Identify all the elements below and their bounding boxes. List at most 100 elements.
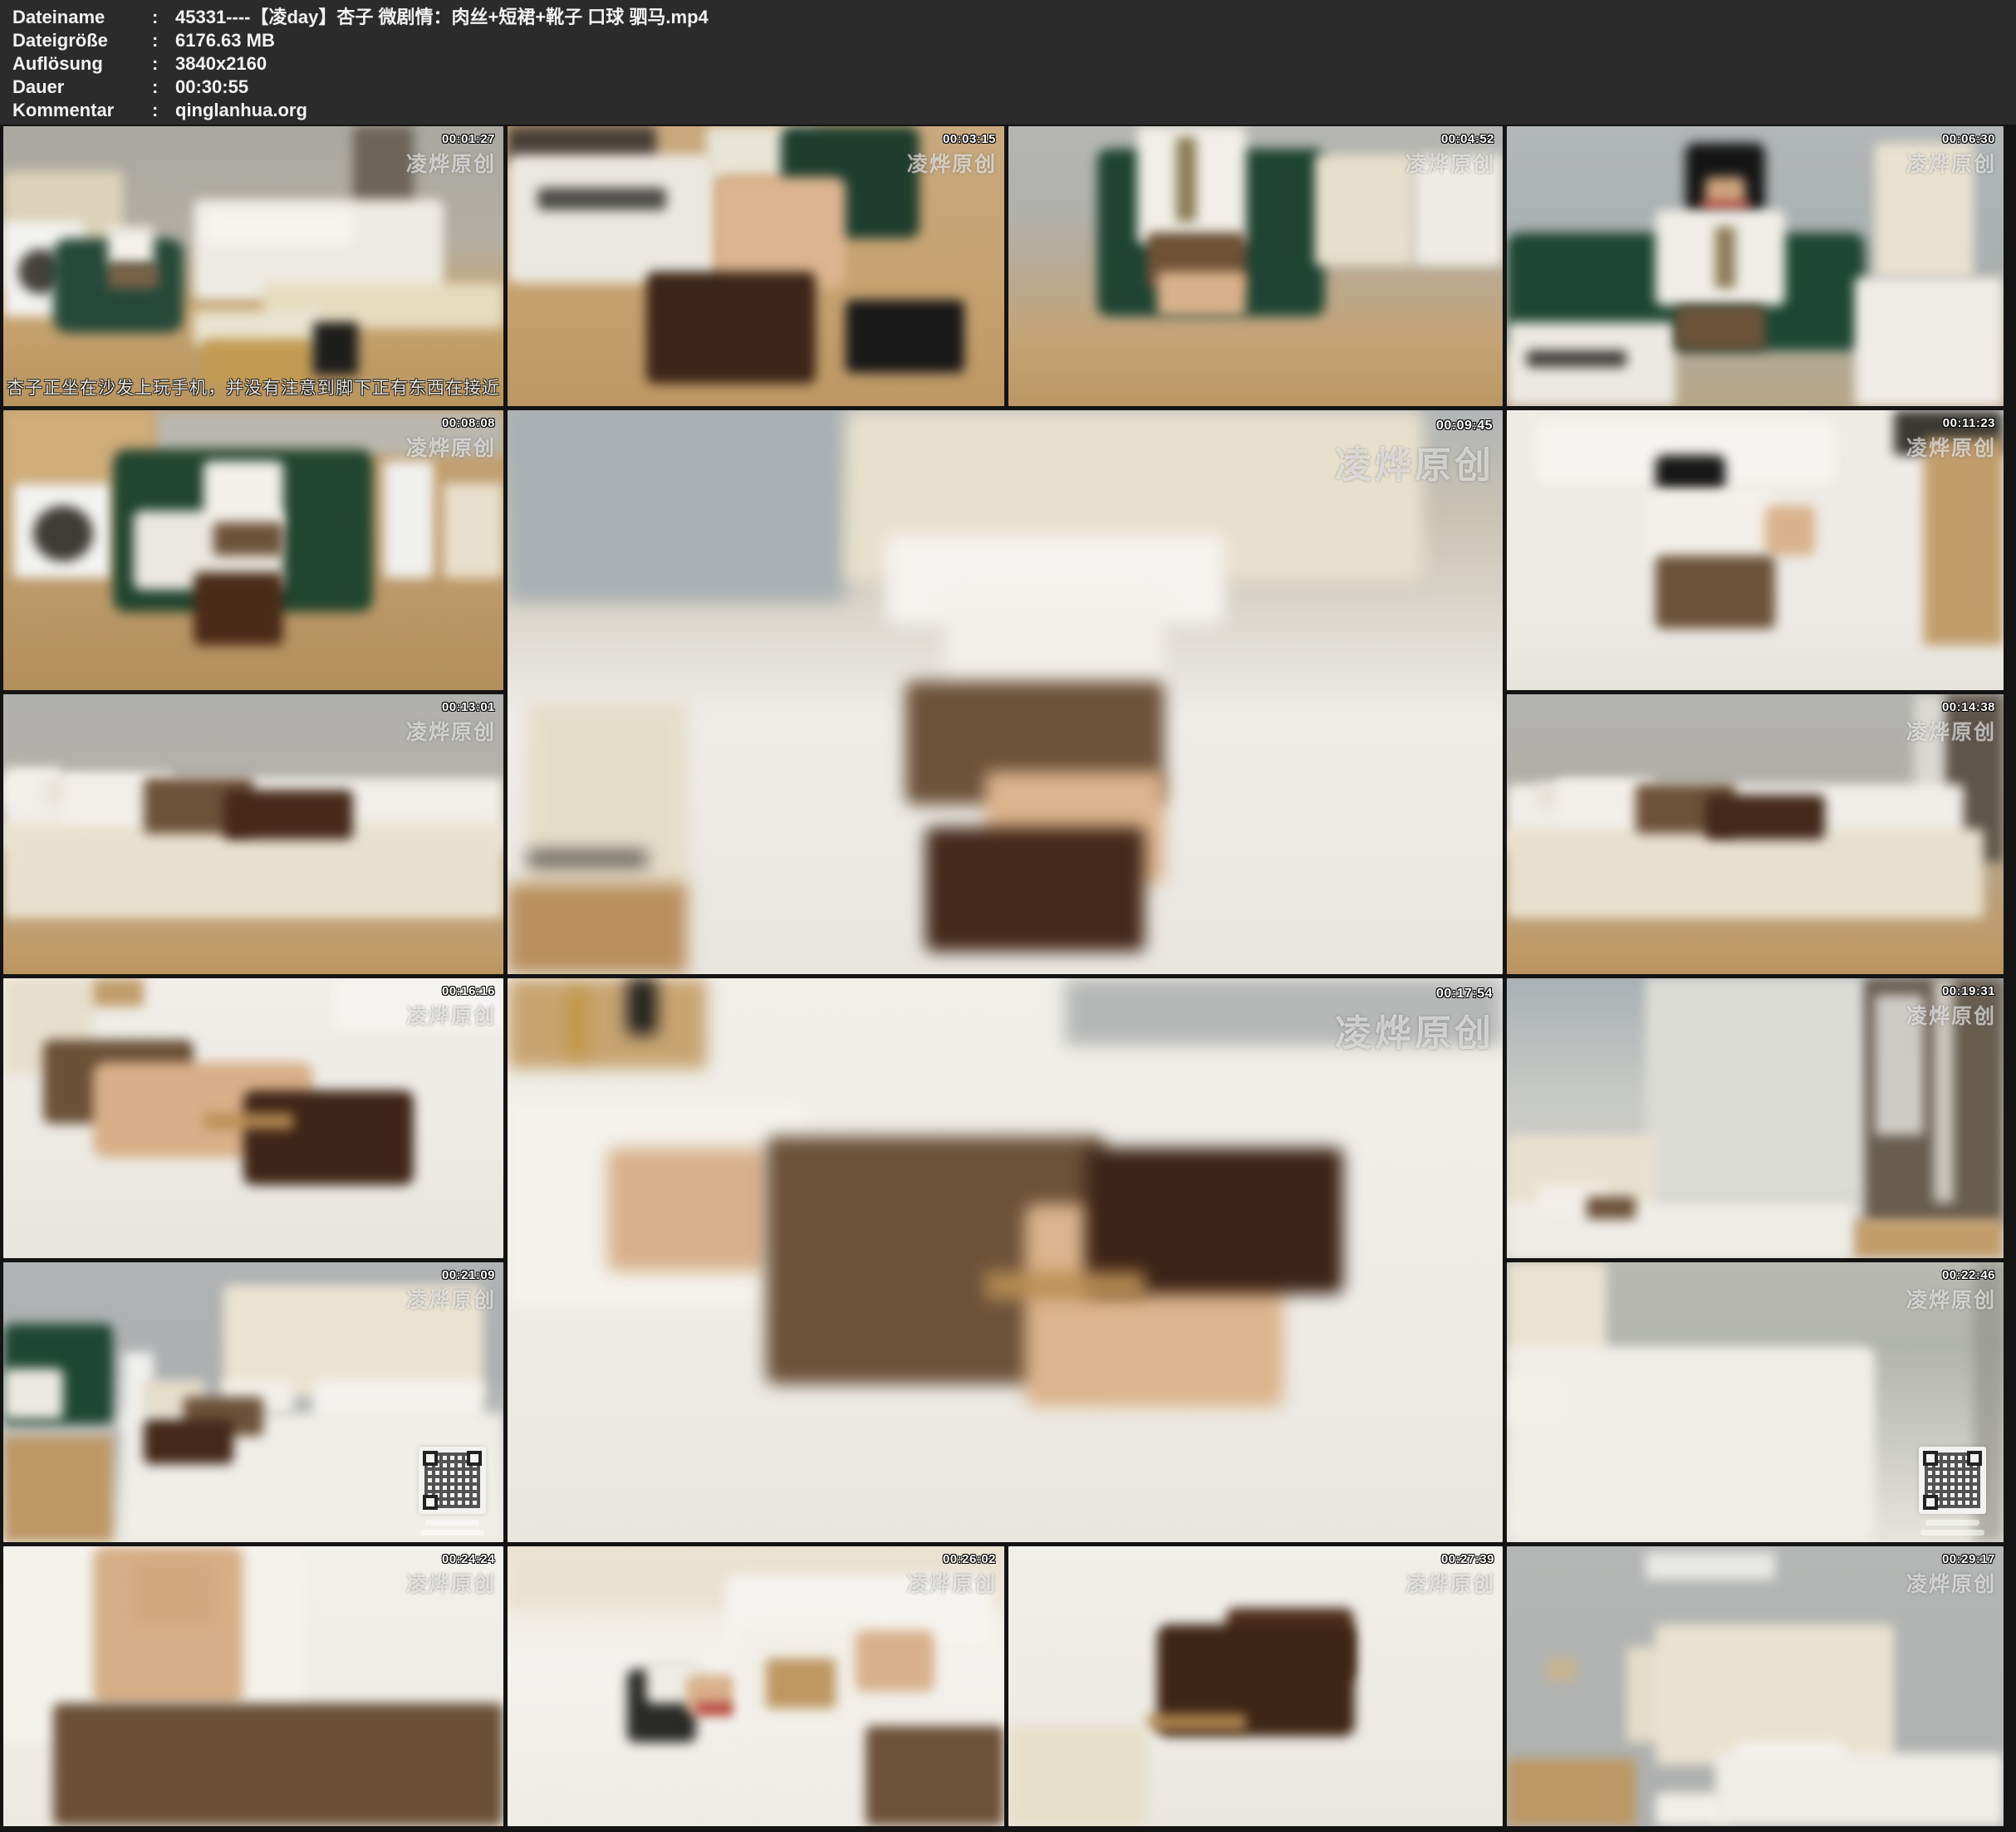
scene-color-block [846, 300, 965, 373]
scene-color-block [627, 978, 657, 1035]
metadata-row: Dateigröße : 6176.63 MB [12, 29, 2016, 52]
scene-color-block [144, 1419, 233, 1464]
watermark-text: 凌烨原创 [406, 148, 496, 178]
qr-finder [423, 1495, 438, 1510]
metadata-separator: : [152, 99, 175, 122]
metadata-separator: : [152, 52, 175, 76]
metadata-value: 6176.63 MB [175, 29, 2016, 52]
watermark-text: 凌烨原创 [1405, 1568, 1495, 1598]
scene-color-block [1855, 1219, 2004, 1258]
scene-color-block [856, 1630, 935, 1692]
scene-color-block [3, 1369, 63, 1419]
video-thumbnail-tile-bound-on-bed-wide: 00:09:45 凌烨原创 [508, 410, 1503, 974]
file-info-header: Dateiname : 45331----【凌day】杏子 微剧情：肉丝+短裙+… [0, 0, 2016, 125]
video-thumbnail-tile-bedroom-wide-sofa-left: 00:21:09 凌烨原创 [3, 1262, 503, 1542]
watermark-text: 凌烨原创 [406, 432, 496, 462]
timecode-overlay: 00:09:45 [1436, 419, 1493, 434]
scene-color-block [1855, 277, 2004, 406]
timecode-overlay: 00:17:54 [1436, 987, 1493, 1002]
metadata-label: Dauer [12, 76, 152, 99]
video-thumbnail-tile-room-corner-curtains: 00:19:31 凌烨原创 [1507, 978, 2004, 1258]
qr-finder [467, 1451, 482, 1466]
scene-color-block [766, 1658, 836, 1709]
video-thumbnail-tile-folded-legs-closeup-big: 00:17:54 凌烨原创 [508, 978, 1503, 1542]
qr-caption-line [420, 1530, 484, 1536]
watermark-text: 凌烨原创 [907, 1568, 997, 1598]
scene-color-block [53, 1703, 503, 1826]
scene-color-block [1587, 1197, 1636, 1219]
scene-color-block [1147, 1714, 1246, 1731]
timecode-overlay: 00:27:39 [1441, 1552, 1494, 1566]
scene-color-block [1507, 1374, 1567, 1425]
scene-color-block [1507, 829, 1984, 918]
qr-code-overlay [419, 1447, 486, 1514]
qr-caption-line [1920, 1530, 1984, 1536]
metadata-value: 45331----【凌day】杏子 微剧情：肉丝+短裙+靴子 口球 驷马.mp4 [175, 6, 2016, 29]
scene-color-block [537, 188, 666, 210]
metadata-value: 3840x2160 [175, 52, 2016, 76]
scene-color-block [1315, 154, 1414, 267]
watermark-text: 凌烨原创 [406, 1284, 496, 1314]
scene-color-block [1646, 978, 1864, 1197]
watermark-text: 凌烨原创 [1405, 148, 1495, 178]
subtitle-caption: 杏子正坐在沙发上玩手机，并没有注意到脚下正有东西在接近 [3, 375, 503, 399]
scene-color-block [985, 1271, 1145, 1300]
scene-color-block [313, 322, 358, 375]
watermark-text: 凌烨原创 [406, 1000, 496, 1030]
scene-color-block [204, 1113, 293, 1129]
thumbnail-placeholder-image [508, 978, 1503, 1542]
scene-color-block [1008, 1726, 1147, 1826]
video-thumbnail-tile-blindfold-gag-pillow: 00:26:02 凌烨原创 [508, 1546, 1004, 1826]
scene-color-block [134, 1563, 213, 1624]
watermark-text: 凌烨原创 [907, 148, 997, 178]
scene-color-block [194, 572, 283, 645]
scene-color-block [1547, 1658, 1577, 1681]
watermark-text: 凌烨原创 [1335, 435, 1494, 488]
scene-color-block [1157, 272, 1246, 316]
scene-color-block [1507, 1759, 1636, 1826]
metadata-row: Dateiname : 45331----【凌day】杏子 微剧情：肉丝+短裙+… [12, 6, 2016, 29]
video-thumbnail-tile-lying-on-bed-side-2: 00:14:38 凌烨原创 [1507, 694, 2004, 974]
scene-color-block [223, 790, 354, 840]
watermark-text: 凌烨原创 [1906, 148, 1996, 178]
video-thumbnail-tile-folded-legs-boots-closeup: 00:16:16 凌烨原创 [3, 978, 503, 1258]
scene-color-block [444, 483, 503, 579]
qr-caption-line [1925, 1520, 1979, 1526]
scene-color-block [1646, 488, 1774, 561]
timecode-overlay: 00:26:02 [943, 1552, 996, 1566]
scene-color-block [696, 1703, 736, 1714]
thumbnail-placeholder-image [508, 410, 1503, 974]
metadata-value: 00:30:55 [175, 76, 2016, 99]
scene-color-block [1176, 137, 1196, 221]
qr-finder [1923, 1451, 1938, 1466]
timecode-overlay: 00:22:46 [1942, 1268, 1995, 1282]
video-thumbnail-tile-wall-shelf-headboard: 00:29:17 凌烨原创 [1507, 1546, 2004, 1826]
video-thumbnail-tile-bed-duvet-headboard: 00:22:46 凌烨原创 [1507, 1262, 2004, 1542]
timecode-overlay: 00:03:15 [943, 132, 996, 146]
metadata-value: qinglanhua.org [175, 99, 2016, 122]
timecode-overlay: 00:29:17 [1942, 1552, 1995, 1566]
scene-color-block [508, 978, 707, 1069]
video-thumbnail-tile-lying-on-bed-side: 00:13:01 凌烨原创 [3, 694, 503, 974]
scene-color-block [1655, 556, 1775, 629]
timecode-overlay: 00:01:27 [442, 132, 495, 146]
video-thumbnail-tile-gagged-on-green-sofa: 00:06:30 凌烨原创 [1507, 126, 2004, 406]
qr-finder [1967, 1451, 1982, 1466]
scene-color-block [108, 227, 153, 266]
metadata-label: Kommentar [12, 99, 152, 122]
scene-color-block [527, 850, 647, 867]
watermark-text: 凌烨原创 [1906, 1568, 1996, 1598]
scene-color-block [1765, 506, 1815, 556]
scene-color-block [204, 210, 354, 243]
video-thumbnail-tile-tied-on-sofa-laundry: 00:08:08 凌烨原创 [3, 410, 503, 690]
watermark-text: 凌烨原创 [406, 716, 496, 746]
timecode-overlay: 00:04:52 [1441, 132, 1494, 146]
timecode-overlay: 00:24:24 [442, 1552, 495, 1566]
timecode-overlay: 00:21:09 [442, 1268, 495, 1282]
scene-color-block [1924, 438, 2004, 645]
scene-color-block [3, 1436, 113, 1542]
metadata-row: Kommentar : qinglanhua.org [12, 99, 2016, 122]
scene-color-block [607, 1148, 767, 1271]
timecode-overlay: 00:14:38 [1942, 700, 1995, 714]
metadata-separator: : [152, 6, 175, 29]
